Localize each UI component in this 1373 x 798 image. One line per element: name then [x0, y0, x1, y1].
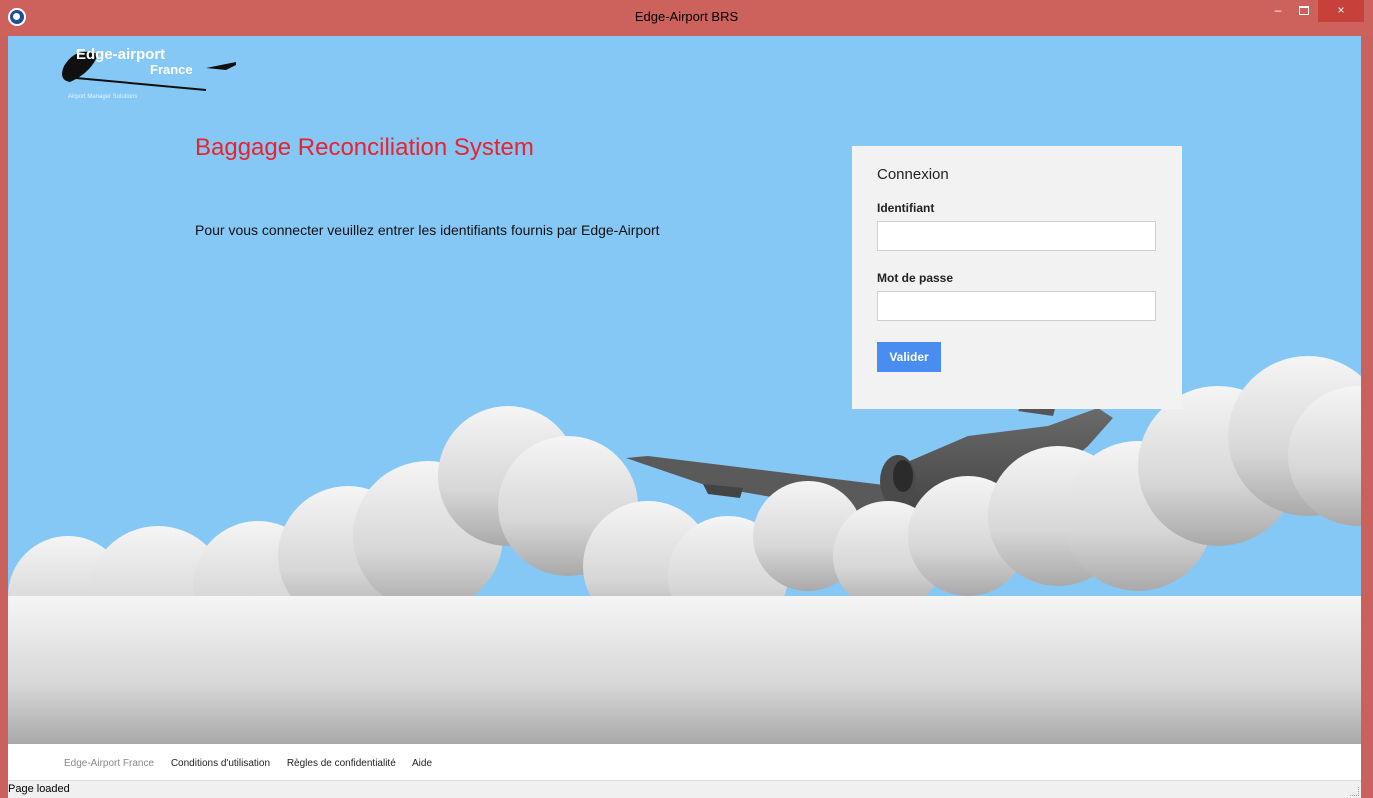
app-content: Edge-airport France Airport Manager Solu…	[8, 36, 1361, 780]
footer: Edge-Airport France Conditions d'utilisa…	[8, 744, 1361, 780]
submit-button[interactable]: Valider	[877, 342, 941, 372]
login-panel: Connexion Identifiant Mot de passe Valid…	[852, 146, 1182, 409]
username-label: Identifiant	[877, 201, 935, 215]
maximize-button[interactable]	[1291, 0, 1317, 22]
footer-link-help[interactable]: Aide	[412, 758, 432, 769]
footer-links: Edge-Airport France Conditions d'utilisa…	[64, 758, 446, 769]
footer-link-edge-airport[interactable]: Edge-Airport France	[64, 758, 154, 769]
password-input[interactable]	[877, 291, 1156, 321]
login-heading: Connexion	[877, 166, 949, 183]
close-button[interactable]: ×	[1318, 0, 1364, 22]
logo-subtitle: France	[150, 62, 193, 77]
status-text: Page loaded	[8, 783, 70, 795]
password-label: Mot de passe	[877, 271, 954, 285]
page-title: Baggage Reconciliation System	[195, 134, 534, 161]
logo-title: Edge-airport	[76, 46, 166, 63]
minimize-button[interactable]: –	[1265, 0, 1291, 22]
status-bar: Page loaded	[8, 780, 1361, 798]
maximize-icon	[1299, 6, 1309, 15]
username-input[interactable]	[877, 221, 1156, 251]
logo-tagline: Airport Manager Solutions	[68, 94, 138, 100]
footer-link-privacy[interactable]: Règles de confidentialité	[287, 758, 396, 769]
window-title: Edge-Airport BRS	[634, 9, 739, 24]
resize-grip-icon[interactable]	[1350, 787, 1359, 796]
login-instructions: Pour vous connecter veuillez entrer les …	[195, 222, 660, 238]
window-titlebar[interactable]: Edge-Airport BRS – ×	[0, 0, 1373, 36]
footer-link-terms[interactable]: Conditions d'utilisation	[171, 758, 270, 769]
